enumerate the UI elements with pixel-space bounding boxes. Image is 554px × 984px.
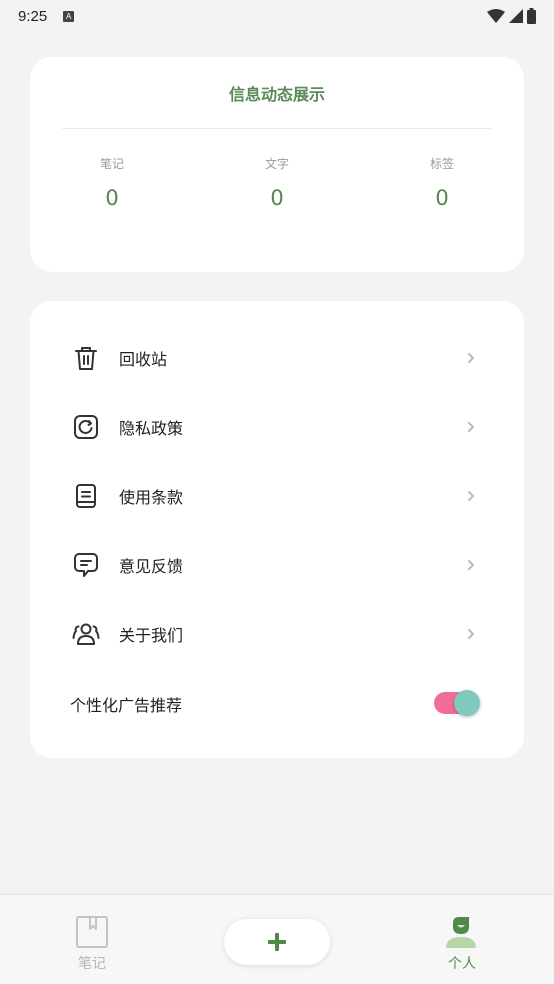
stat-value: 0 <box>435 186 449 210</box>
menu-item-label: 回收站 <box>119 350 168 369</box>
wifi-icon <box>487 9 505 23</box>
menu-item-terms-of-use[interactable]: 使用条款 <box>30 468 524 524</box>
notebook-icon <box>76 916 108 948</box>
status-time: 9:25 <box>18 7 48 25</box>
plus-icon <box>268 933 286 951</box>
signal-icon <box>509 9 523 23</box>
menu-item-label: 关于我们 <box>119 626 184 645</box>
personalized-ads-row: 个性化广告推荐 <box>30 674 524 730</box>
divider <box>62 128 492 129</box>
menu-item-label: 隐私政策 <box>119 419 184 438</box>
trash-icon <box>75 347 97 370</box>
stat-value: 0 <box>105 186 119 210</box>
stat-words: 文字 0 <box>217 155 337 210</box>
notification-icon: A <box>63 10 75 22</box>
status-icons <box>487 8 536 24</box>
stat-notes: 笔记 0 <box>52 155 172 210</box>
add-note-button[interactable] <box>224 919 330 965</box>
document-icon <box>76 484 96 508</box>
stat-label: 标签 <box>429 157 454 171</box>
stat-label: 笔记 <box>99 157 124 171</box>
tab-notes[interactable]: 笔记 <box>52 915 132 973</box>
menu-item-label: 使用条款 <box>119 488 184 507</box>
tab-profile[interactable]: 个人 <box>422 915 502 973</box>
menu-item-about-us[interactable]: 关于我们 <box>30 606 524 662</box>
menu-item-label: 意见反馈 <box>119 557 184 576</box>
toggle-knob <box>454 690 480 716</box>
status-bar: 9:25 A <box>0 0 554 32</box>
tab-label: 笔记 <box>78 956 106 972</box>
personalized-ads-toggle[interactable] <box>434 690 482 716</box>
tab-label: 个人 <box>448 956 476 972</box>
menu-item-privacy-policy[interactable]: 隐私政策 <box>30 399 524 455</box>
stat-tags: 标签 0 <box>382 155 502 210</box>
chevron-right-icon <box>468 422 475 432</box>
info-card: 信息动态展示 笔记 0 文字 0 标签 0 <box>30 57 524 272</box>
chevron-right-icon <box>468 560 475 570</box>
chevron-right-icon <box>468 491 475 501</box>
bottom-nav: 笔记 个人 <box>0 894 554 984</box>
info-title: 信息动态展示 <box>228 85 325 104</box>
users-icon <box>72 623 100 645</box>
chevron-right-icon <box>468 353 475 363</box>
chat-icon <box>74 553 98 577</box>
menu-item-recycle-bin[interactable]: 回收站 <box>30 330 524 386</box>
menu-item-feedback[interactable]: 意见反馈 <box>30 537 524 593</box>
menu-card: 回收站 隐私政策 使用条款 意见反馈 关于我们 个性化广告推荐 <box>30 301 524 758</box>
personalized-ads-label: 个性化广告推荐 <box>70 696 183 715</box>
chevron-right-icon <box>468 629 475 639</box>
stat-value: 0 <box>270 186 284 210</box>
privacy-icon <box>74 415 98 439</box>
stat-label: 文字 <box>264 157 289 171</box>
person-icon <box>446 917 476 948</box>
battery-icon <box>527 8 536 24</box>
